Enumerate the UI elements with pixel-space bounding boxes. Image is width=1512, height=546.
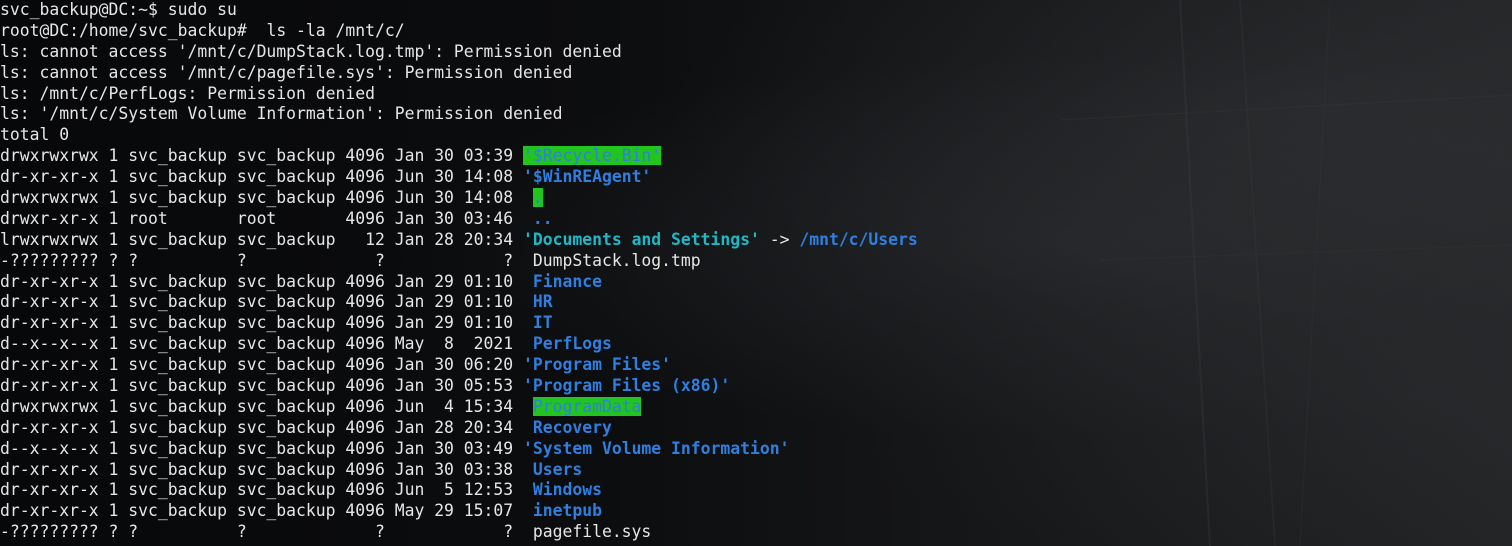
- entry-metadata: dr-xr-xr-x 1 svc_backup svc_backup 4096 …: [0, 501, 533, 521]
- entry-metadata: drwxr-xr-x 1 root root 4096 Jan 30 03:46: [0, 208, 533, 228]
- error-message: ls: cannot access '/mnt/c/DumpStack.log.…: [0, 41, 622, 61]
- entry-name: '$WinREAgent': [523, 167, 652, 187]
- entry-name: IT: [532, 313, 553, 333]
- entry-metadata: dr-xr-xr-x 1 svc_backup svc_backup 4096 …: [0, 167, 524, 187]
- error-line: ls: /mnt/c/PerfLogs: Permission denied: [0, 84, 1512, 105]
- entry-name: Windows: [532, 480, 602, 500]
- entry-metadata: dr-xr-xr-x 1 svc_backup svc_backup 4096 …: [0, 417, 533, 437]
- entry-metadata: -????????? ? ? ? ? ?: [0, 522, 533, 542]
- listing-row: -????????? ? ? ? ? ? pagefile.sys: [0, 522, 1512, 543]
- error-message: ls: /mnt/c/PerfLogs: Permission denied: [0, 83, 375, 103]
- command-line: root@DC:/home/svc_backup# ls -la /mnt/c/: [0, 21, 1512, 42]
- entry-metadata: -????????? ? ? ? ? ?: [0, 250, 533, 270]
- listing-row: d--x--x--x 1 svc_backup svc_backup 4096 …: [0, 439, 1512, 460]
- listing-row: dr-xr-xr-x 1 svc_backup svc_backup 4096 …: [0, 167, 1512, 188]
- entry-metadata: d--x--x--x 1 svc_backup svc_backup 4096 …: [0, 438, 524, 458]
- entry-metadata: drwxrwxrwx 1 svc_backup svc_backup 4096 …: [0, 396, 533, 416]
- entry-metadata: dr-xr-xr-x 1 svc_backup svc_backup 4096 …: [0, 480, 533, 500]
- entry-name: DumpStack.log.tmp: [532, 250, 701, 270]
- total-count: total 0: [0, 125, 70, 145]
- entry-metadata: lrwxrwxrwx 1 svc_backup svc_backup 12 Ja…: [0, 229, 524, 249]
- shell-prompt: svc_backup@DC:~$: [0, 0, 168, 19]
- listing-row: -????????? ? ? ? ? ? DumpStack.log.tmp: [0, 251, 1512, 272]
- entry-metadata: drwxrwxrwx 1 svc_backup svc_backup 4096 …: [0, 146, 524, 166]
- entry-name: ProgramData: [532, 396, 642, 416]
- shell-command: sudo su: [167, 0, 237, 19]
- listing-row: drwxrwxrwx 1 svc_backup svc_backup 4096 …: [0, 188, 1512, 209]
- listing-row: drwxrwxrwx 1 svc_backup svc_backup 4096 …: [0, 146, 1512, 167]
- listing-row: dr-xr-xr-x 1 svc_backup svc_backup 4096 …: [0, 355, 1512, 376]
- listing-row: dr-xr-xr-x 1 svc_backup svc_backup 4096 …: [0, 313, 1512, 334]
- entry-name: 'Program Files (x86)': [523, 376, 731, 396]
- listing-row: d--x--x--x 1 svc_backup svc_backup 4096 …: [0, 334, 1512, 355]
- listing-row: dr-xr-xr-x 1 svc_backup svc_backup 4096 …: [0, 501, 1512, 522]
- entry-name: 'System Volume Information': [523, 438, 790, 458]
- error-message: ls: '/mnt/c/System Volume Information': …: [0, 104, 563, 124]
- entry-name: ..: [532, 208, 553, 228]
- symlink-arrow: ->: [759, 229, 800, 249]
- entry-metadata: dr-xr-xr-x 1 svc_backup svc_backup 4096 …: [0, 292, 533, 312]
- entry-metadata: dr-xr-xr-x 1 svc_backup svc_backup 4096 …: [0, 355, 524, 375]
- entry-name: .: [532, 188, 543, 208]
- entry-metadata: d--x--x--x 1 svc_backup svc_backup 4096 …: [0, 334, 533, 354]
- listing-row: dr-xr-xr-x 1 svc_backup svc_backup 4096 …: [0, 418, 1512, 439]
- entry-metadata: dr-xr-xr-x 1 svc_backup svc_backup 4096 …: [0, 313, 533, 333]
- listing-row: dr-xr-xr-x 1 svc_backup svc_backup 4096 …: [0, 460, 1512, 481]
- shell-prompt: root@DC:/home/svc_backup#: [0, 20, 257, 40]
- terminal-output[interactable]: svc_backup@DC:~$ sudo su root@DC:/home/sv…: [0, 0, 1512, 546]
- total-line: total 0: [0, 125, 1512, 146]
- entry-metadata: dr-xr-xr-x 1 svc_backup svc_backup 4096 …: [0, 376, 524, 396]
- listing-row: dr-xr-xr-x 1 svc_backup svc_backup 4096 …: [0, 292, 1512, 313]
- entry-name: Users: [532, 459, 583, 479]
- entry-metadata: dr-xr-xr-x 1 svc_backup svc_backup 4096 …: [0, 271, 533, 291]
- listing-row: dr-xr-xr-x 1 svc_backup svc_backup 4096 …: [0, 272, 1512, 293]
- entry-name: inetpub: [532, 501, 602, 521]
- error-line: ls: '/mnt/c/System Volume Information': …: [0, 104, 1512, 125]
- shell-command: ls -la /mnt/c/: [256, 20, 405, 40]
- entry-name: Finance: [532, 271, 602, 291]
- listing-row: drwxr-xr-x 1 root root 4096 Jan 30 03:46…: [0, 209, 1512, 230]
- error-message: ls: cannot access '/mnt/c/pagefile.sys':…: [0, 62, 573, 82]
- entry-name: '$Recycle.Bin': [523, 146, 662, 166]
- entry-name: 'Documents and Settings': [523, 229, 760, 249]
- listing-row: drwxrwxrwx 1 svc_backup svc_backup 4096 …: [0, 396, 1512, 418]
- entry-name: HR: [532, 292, 553, 312]
- error-line: ls: cannot access '/mnt/c/pagefile.sys':…: [0, 63, 1512, 84]
- entry-name: Recovery: [532, 417, 612, 437]
- command-line: svc_backup@DC:~$ sudo su: [0, 0, 1512, 21]
- entry-name: 'Program Files': [523, 355, 672, 375]
- listing-row: dr-xr-xr-x 1 svc_backup svc_backup 4096 …: [0, 480, 1512, 501]
- entry-metadata: dr-xr-xr-x 1 svc_backup svc_backup 4096 …: [0, 459, 533, 479]
- error-line: ls: cannot access '/mnt/c/DumpStack.log.…: [0, 42, 1512, 63]
- entry-metadata: drwxrwxrwx 1 svc_backup svc_backup 4096 …: [0, 188, 533, 208]
- listing-row: dr-xr-xr-x 1 svc_backup svc_backup 4096 …: [0, 376, 1512, 397]
- entry-name: PerfLogs: [532, 334, 612, 354]
- listing-row: lrwxrwxrwx 1 svc_backup svc_backup 12 Ja…: [0, 230, 1512, 251]
- entry-name: pagefile.sys: [532, 522, 652, 542]
- symlink-target: /mnt/c/Users: [799, 229, 918, 249]
